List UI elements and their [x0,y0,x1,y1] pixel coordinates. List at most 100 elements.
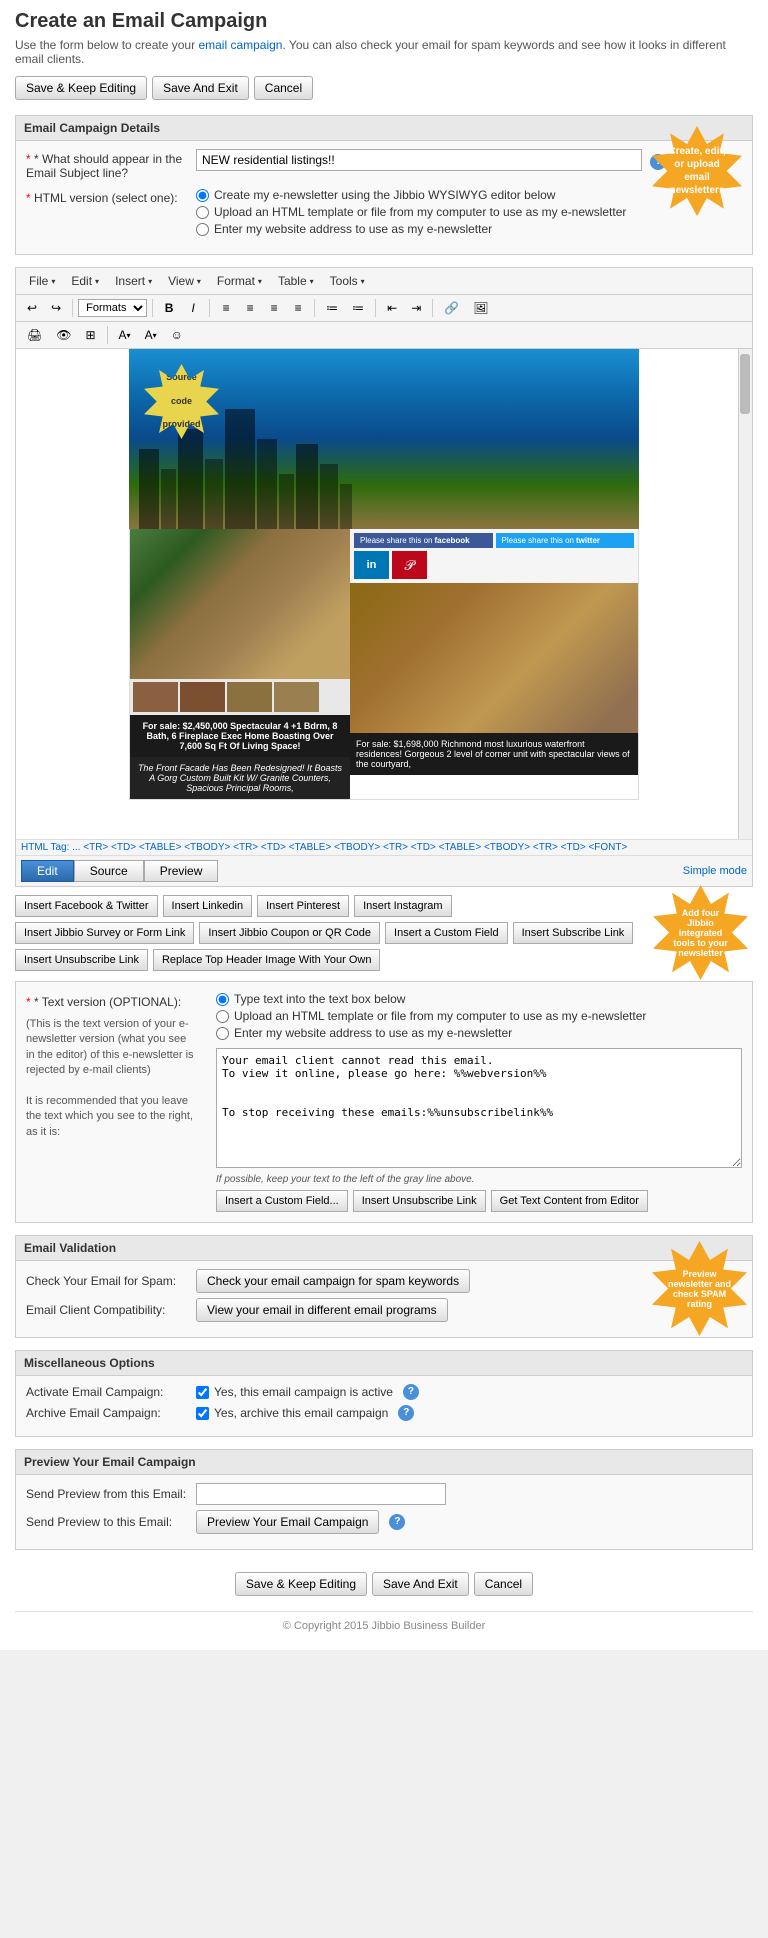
text-version-textarea[interactable]: Your email client cannot read this email… [216,1048,742,1168]
text-version-buttons: Insert a Custom Field... Insert Unsubscr… [216,1190,742,1212]
preview-from-row: Send Preview from this Email: [26,1483,742,1505]
insert-subscribe-link-button[interactable]: Insert Subscribe Link [513,922,634,944]
save-keep-editing-button-top[interactable]: Save & Keep Editing [15,76,147,100]
linkedin-btn[interactable]: in [354,551,389,579]
activate-info-icon[interactable]: ? [403,1384,419,1400]
archive-info-icon[interactable]: ? [398,1405,414,1421]
insert-instagram-button[interactable]: Insert Instagram [354,895,451,917]
italic-button[interactable]: I [182,298,204,318]
email-validation-title: Email Validation [16,1236,752,1261]
save-keep-editing-button-bottom[interactable]: Save & Keep Editing [235,1572,367,1596]
get-text-content-button[interactable]: Get Text Content from Editor [491,1190,648,1212]
print-button[interactable]: 🖨 [21,325,48,345]
subject-input[interactable] [196,149,642,171]
editor-scrollbar[interactable] [738,349,752,839]
editor-toolbar-row1: ↩ ↪ Formats B I ≡ ≡ ≡ ≡ ≔ ≔ ⇤ ⇥ 🔗 🖼 [16,295,752,322]
text-version-label: * * Text version (OPTIONAL): [26,992,196,1009]
source-badge-overlay: Source code provided [144,364,219,439]
preview-to-row: Send Preview to this Email: Preview Your… [26,1510,742,1534]
tab-source[interactable]: Source [74,860,144,882]
preview-info-icon[interactable]: ? [389,1514,405,1530]
insert-custom-field-button[interactable]: Insert a Custom Field [385,922,508,944]
insert-jibbio-survey-button[interactable]: Insert Jibbio Survey or Form Link [15,922,194,944]
menu-table[interactable]: Table ▾ [270,271,322,291]
tab-preview[interactable]: Preview [144,860,219,882]
emoji-button[interactable]: ☺ [165,325,189,345]
archive-checkbox[interactable] [196,1407,209,1420]
menu-format[interactable]: Format ▾ [209,271,270,291]
activate-label: Activate Email Campaign: [26,1385,196,1399]
tv-option-1[interactable]: Type text into the text box below [216,992,742,1006]
image-button[interactable]: 🖼 [467,298,494,318]
font-color-button[interactable]: A ▾ [113,325,137,345]
tool-row-1: Insert Facebook & Twitter Insert Linkedi… [15,895,753,917]
insert-unsubscribe-link-button[interactable]: Insert Unsubscribe Link [15,949,148,971]
menu-edit[interactable]: Edit ▾ [63,271,107,291]
insert-facebook-twitter-button[interactable]: Insert Facebook & Twitter [15,895,158,917]
house-photo-area: For sale: $2,450,000 Spectacular 4 +1 Bd… [130,529,350,799]
email-content-row: For sale: $2,450,000 Spectacular 4 +1 Bd… [129,529,639,800]
spam-check-button[interactable]: Check your email campaign for spam keywo… [196,1269,470,1293]
align-right-button[interactable]: ≡ [263,298,285,318]
menu-file[interactable]: File ▾ [21,271,63,291]
editor-content-area[interactable]: Source code provided [16,349,752,839]
formats-select[interactable]: Formats [78,299,147,317]
insert-custom-field-tv-button[interactable]: Insert a Custom Field... [216,1190,348,1212]
tool-row-3: Insert Unsubscribe Link Replace Top Head… [15,949,753,971]
tool-buttons-section: Insert Facebook & Twitter Insert Linkedi… [15,895,753,971]
menu-tools[interactable]: Tools ▾ [322,271,373,291]
editor-scroll-thumb[interactable] [740,354,750,414]
tool-row-2: Insert Jibbio Survey or Form Link Insert… [15,922,753,944]
activate-control: Yes, this email campaign is active ? [196,1384,419,1400]
redo-button[interactable]: ↪ [45,298,67,318]
cancel-button-top[interactable]: Cancel [254,76,313,100]
replace-header-image-button[interactable]: Replace Top Header Image With Your Own [153,949,381,971]
preview-to-controls: Preview Your Email Campaign ? [196,1510,405,1534]
starburst-integrated-tools: Add four Jibbio integrated tools to your… [653,885,748,980]
spam-check-label: Check Your Email for Spam: [26,1274,196,1288]
simple-mode-link[interactable]: Simple mode [683,865,747,877]
bold-button[interactable]: B [158,298,180,318]
outdent-button[interactable]: ⇤ [381,298,403,318]
tv-option-2[interactable]: Upload an HTML template or file from my … [216,1009,742,1023]
preview-from-label: Send Preview from this Email: [26,1487,196,1501]
preview-from-input[interactable] [196,1483,446,1505]
align-justify-button[interactable]: ≡ [287,298,309,318]
wysiwyg-editor: File ▾ Edit ▾ Insert ▾ View ▾ Format ▾ T… [15,267,753,887]
tv-option-3[interactable]: Enter my website address to use as my e-… [216,1026,742,1040]
client-compat-button[interactable]: View your email in different email progr… [196,1298,448,1322]
save-and-exit-button-bottom[interactable]: Save And Exit [372,1572,469,1596]
text-version-section: * * Text version (OPTIONAL): (This is th… [15,981,753,1223]
insert-linkedin-button[interactable]: Insert Linkedin [163,895,253,917]
undo-button[interactable]: ↩ [21,298,43,318]
align-center-button[interactable]: ≡ [239,298,261,318]
menu-view[interactable]: View ▾ [160,271,209,291]
activate-checkbox[interactable] [196,1386,209,1399]
tab-edit[interactable]: Edit [21,860,74,882]
unordered-list-button[interactable]: ≔ [320,298,344,318]
align-left-button[interactable]: ≡ [215,298,237,318]
save-and-exit-button-top[interactable]: Save And Exit [152,76,249,100]
link-button[interactable]: 🔗 [438,298,465,318]
highlight-button[interactable]: A ▾ [139,325,163,345]
insert-unsubscribe-tv-button[interactable]: Insert Unsubscribe Link [353,1190,486,1212]
menu-insert[interactable]: Insert ▾ [107,271,160,291]
insert-pinterest-button[interactable]: Insert Pinterest [257,895,349,917]
facebook-share-btn[interactable]: Please share this on facebook [354,533,493,548]
preview-email-button[interactable]: Preview Your Email Campaign [196,1510,379,1534]
section-title: Email Campaign Details [16,116,752,141]
starburst-preview-spam: Preview newsletter and check SPAM rating [652,1241,747,1336]
ordered-list-button[interactable]: ≔ [346,298,370,318]
cancel-button-bottom[interactable]: Cancel [474,1572,533,1596]
source-badge-line2: code [171,396,192,408]
indent-button[interactable]: ⇥ [405,298,427,318]
subject-line-row: * * What should appear in the Email Subj… [26,149,742,180]
preview-button-toolbar[interactable]: 👁 [50,325,77,345]
insert-jibbio-coupon-button[interactable]: Insert Jibbio Coupon or QR Code [199,922,380,944]
fullscreen-button[interactable]: ⊞ [79,325,101,345]
text-version-left: * * Text version (OPTIONAL): (This is th… [26,992,196,1140]
social-buttons: Please share this on facebook Please sha… [354,533,634,579]
html-option-3[interactable]: Enter my website address to use as my e-… [196,222,742,236]
pinterest-btn[interactable]: 𝒫 [392,551,427,579]
twitter-share-btn[interactable]: Please share this on twitter [496,533,635,548]
